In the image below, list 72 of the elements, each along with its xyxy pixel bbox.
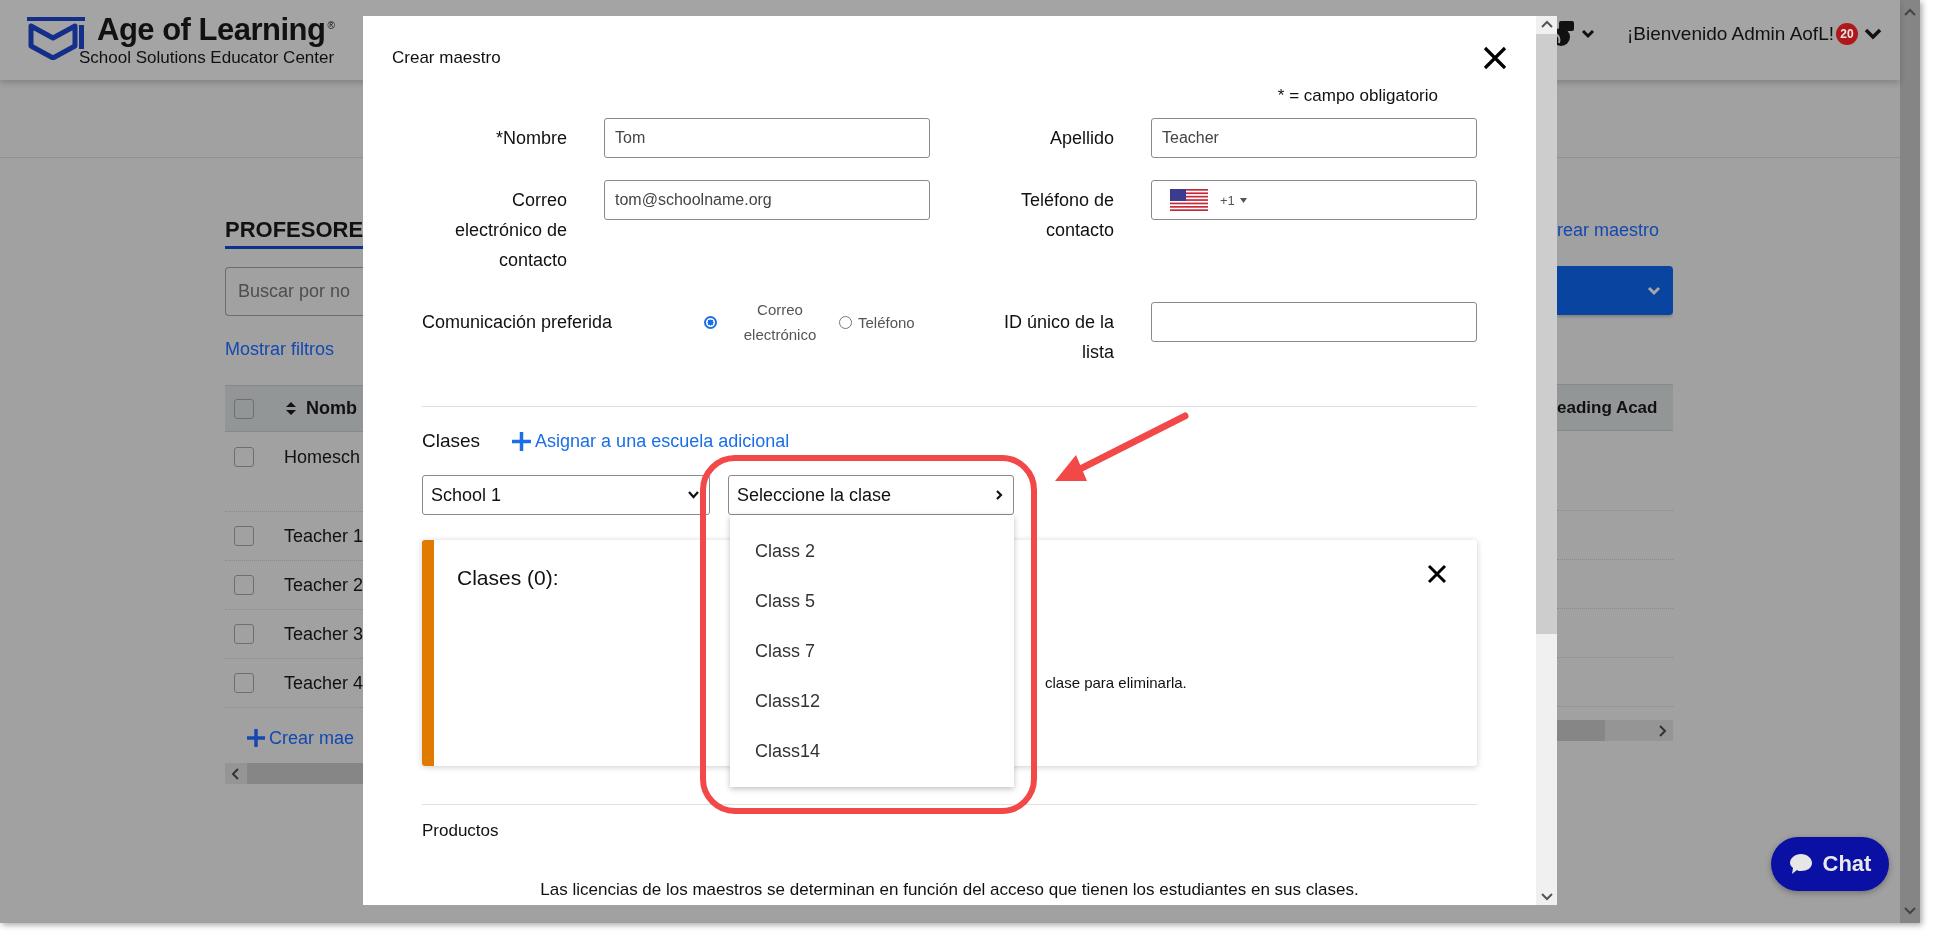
class-select[interactable]: Seleccione la clase [728, 475, 1014, 515]
arrow-down-icon[interactable] [1540, 893, 1553, 901]
checkbox[interactable] [234, 624, 254, 644]
radio-label[interactable]: Correo electrónico [735, 297, 825, 347]
radio-label[interactable]: Teléfono [858, 309, 915, 335]
table-cell: Teacher 4 [284, 672, 363, 694]
hint-text: clase para eliminarla. [1045, 674, 1187, 691]
license-note: Las licencias de los maestros se determinan en función del acceso que tienen los estudiantes en sus clases. [539, 879, 1360, 901]
close-icon[interactable] [1427, 564, 1447, 584]
field-label: Comunicación preferida [422, 311, 614, 334]
dropdown-option[interactable]: Class 2 [730, 526, 1014, 576]
add-school-link[interactable]: Asignar a una escuela adicional [512, 430, 790, 452]
chevron-down-icon [1647, 285, 1661, 296]
school-select[interactable]: School 1 [422, 475, 710, 515]
logo-title: Age of Learning [97, 12, 326, 48]
table-cell: Homesch [284, 447, 361, 468]
dialog-scrollbar[interactable] [1536, 16, 1557, 905]
column-header[interactable]: Nomb [306, 398, 357, 419]
dropdown-option[interactable]: Class 5 [730, 576, 1014, 626]
logo-subtitle: School Solutions Educator Center [79, 48, 335, 68]
chevron-down-icon[interactable] [1580, 29, 1595, 39]
card-title: Clases (0): [457, 566, 559, 590]
chevron-right-icon [996, 490, 1003, 500]
field-label: Teléfono de contacto [1019, 189, 1114, 242]
arrow-up-icon[interactable] [1904, 8, 1916, 16]
flag-icon [1170, 189, 1208, 211]
search-field[interactable]: Buscar por no [225, 267, 363, 316]
table-cell: Teacher 3 [284, 623, 363, 645]
chevron-down-icon [688, 491, 699, 499]
dropdown-option[interactable]: Class12 [730, 676, 1014, 726]
field-label: *Nombre [494, 127, 567, 150]
column-header[interactable]: eading Acad [1557, 397, 1658, 418]
arrow-left-icon[interactable] [231, 767, 241, 780]
dropdown-option[interactable]: Class 7 [730, 626, 1014, 676]
dialog-title: Crear maestro [392, 48, 501, 68]
notification-badge[interactable]: 20 [1836, 23, 1858, 45]
dropdown-option[interactable]: Class14 [730, 726, 1014, 776]
checkbox[interactable] [234, 575, 254, 595]
sort-icon[interactable] [286, 401, 296, 416]
section-title: Productos [422, 820, 500, 842]
text-field[interactable]: Teacher [1151, 118, 1477, 158]
horizontal-scrollbar[interactable] [225, 763, 363, 784]
checkbox[interactable] [234, 398, 254, 419]
checkbox[interactable] [234, 526, 254, 546]
welcome-text: ¡Bienvenido Admin AofL! [1626, 23, 1834, 45]
plus-icon [247, 729, 265, 747]
page-scrollbar[interactable] [1900, 0, 1920, 923]
table-cell: Teacher 2 [284, 574, 363, 596]
plus-icon [512, 431, 532, 451]
phone-field[interactable]: +1 [1151, 180, 1477, 220]
horizontal-scrollbar[interactable] [1557, 720, 1673, 741]
text-field[interactable]: tom@schoolname.org [604, 180, 930, 220]
registered-mark: ® [327, 20, 335, 31]
field-label: ID único de la lista [1002, 311, 1114, 364]
radio-button[interactable] [704, 315, 717, 329]
chat-button[interactable]: Chat [1771, 837, 1889, 891]
text-field[interactable] [1151, 302, 1477, 342]
arrow-right-icon[interactable] [1657, 724, 1667, 737]
text-field[interactable]: Tom [604, 118, 930, 158]
checkbox[interactable] [234, 447, 254, 467]
field-label: Apellido [1048, 127, 1114, 150]
section-title: Clases [422, 430, 481, 452]
checkbox[interactable] [234, 673, 254, 693]
required-note: * = campo obligatorio [1276, 85, 1438, 107]
chevron-down-icon[interactable] [1864, 28, 1882, 40]
field-label: Correo electrónico de contacto [453, 189, 567, 272]
caret-down-icon [1239, 197, 1247, 203]
table-cell: Teacher 1 [284, 525, 363, 547]
arrow-up-icon[interactable] [1540, 20, 1553, 28]
arrow-down-icon[interactable] [1904, 907, 1916, 915]
speech-bubble-icon [1788, 853, 1813, 875]
close-icon[interactable] [1483, 46, 1507, 70]
